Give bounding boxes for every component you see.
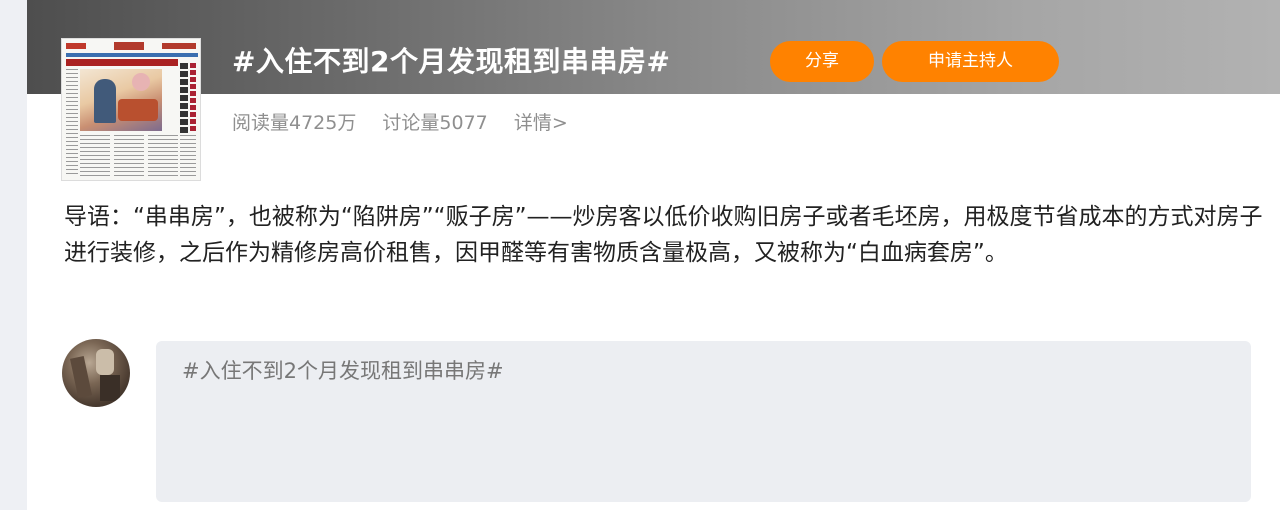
cover-illustration <box>80 69 162 131</box>
user-avatar[interactable] <box>62 339 130 407</box>
topic-cover-image[interactable] <box>61 38 201 181</box>
cover-text-column <box>66 69 78 177</box>
post-composer-input[interactable]: #入住不到2个月发现租到串串房# <box>156 341 1251 502</box>
details-link[interactable]: 详情> <box>514 112 568 134</box>
cover-text-column <box>114 135 144 177</box>
cover-vertical-subtitle <box>190 63 196 133</box>
read-count: 阅读量4725万 <box>232 112 357 134</box>
cover-text-column <box>80 135 110 177</box>
topic-card: #入住不到2个月发现租到串串房# 分享 申请主持人 阅读量4725万 讨论量50… <box>27 0 1280 510</box>
topic-stats: 阅读量4725万 讨论量5077 详情> <box>232 108 588 138</box>
cover-text-column <box>180 135 196 177</box>
topic-title: #入住不到2个月发现租到串串房# <box>232 45 671 78</box>
cover-text-column <box>148 135 178 177</box>
cover-masthead <box>66 42 196 51</box>
share-button[interactable]: 分享 <box>770 41 874 82</box>
apply-host-button[interactable]: 申请主持人 <box>882 41 1059 82</box>
cover-banner-strip <box>66 53 198 57</box>
discussion-count: 讨论量5077 <box>382 112 488 134</box>
cover-vertical-title <box>180 63 188 133</box>
cover-headline <box>66 59 178 66</box>
topic-intro: 导语：“串串房”，也被称为“陷阱房”“贩子房”——炒房客以低价收购旧房子或者毛坯… <box>64 204 1263 266</box>
